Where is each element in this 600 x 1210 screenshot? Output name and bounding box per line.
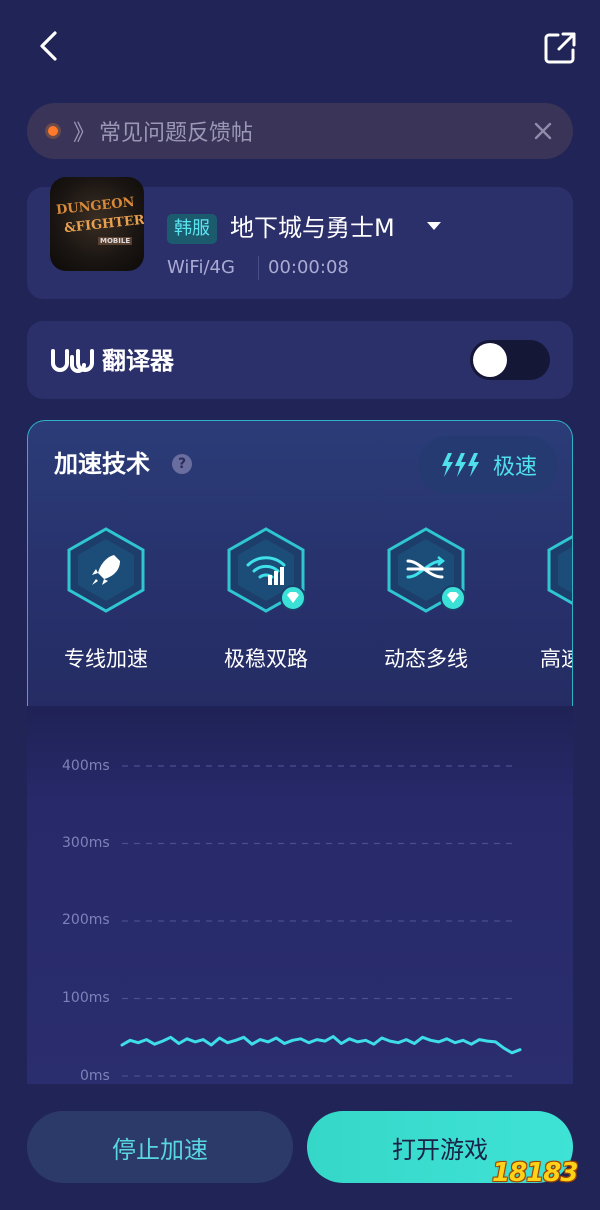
latency-series-line	[120, 1035, 522, 1055]
stop-acceleration-button[interactable]: 停止加速	[27, 1111, 293, 1183]
watermark-logo: 18183	[492, 1158, 578, 1188]
latency-chart	[120, 765, 522, 1077]
